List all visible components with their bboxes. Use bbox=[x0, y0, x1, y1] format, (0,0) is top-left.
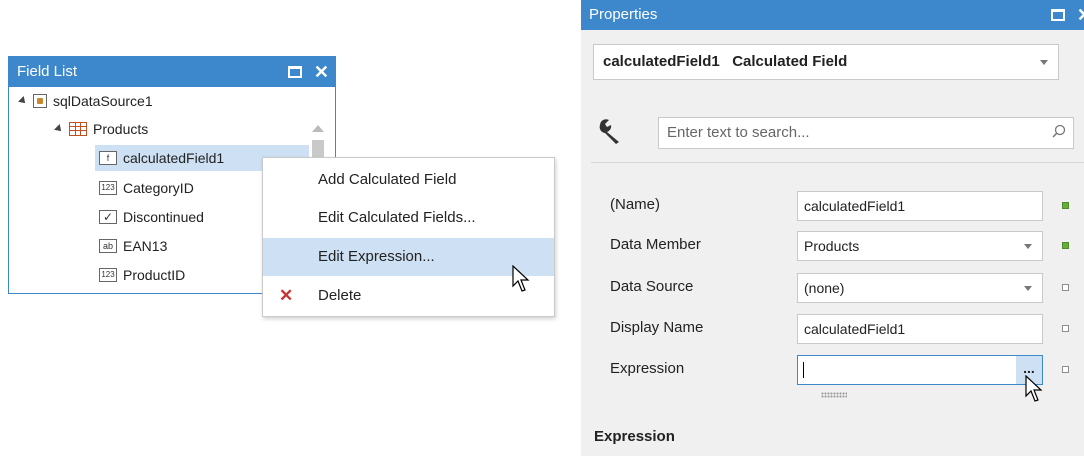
menu-item-add-calculated-field[interactable]: Add Calculated Field bbox=[263, 161, 554, 199]
database-icon bbox=[33, 94, 47, 108]
object-selector[interactable]: calculatedField1 Calculated Field bbox=[593, 44, 1059, 80]
close-icon[interactable]: ✕ bbox=[314, 63, 329, 81]
scroll-up-icon[interactable] bbox=[312, 125, 324, 132]
property-label: Display Name bbox=[610, 319, 704, 336]
property-value-text: calculatedField1 bbox=[804, 321, 906, 337]
property-value-text: (none) bbox=[804, 280, 845, 296]
property-label: Data Source bbox=[610, 278, 694, 295]
menu-item-label: Edit Expression... bbox=[318, 248, 435, 265]
properties-title-bar: Properties ✕ bbox=[581, 0, 1084, 30]
property-row-expression: Expression ... bbox=[581, 350, 1084, 390]
tree-item-productid[interactable]: 123 ProductID bbox=[99, 262, 185, 288]
mouse-pointer-icon bbox=[512, 265, 530, 292]
string-field-icon: ab bbox=[99, 239, 117, 253]
property-value-name[interactable]: calculatedField1 bbox=[797, 191, 1043, 221]
expander-icon[interactable] bbox=[18, 96, 28, 106]
expander-icon[interactable] bbox=[54, 124, 64, 134]
tree-item-label: Products bbox=[93, 121, 149, 137]
menu-item-edit-calculated-fields[interactable]: Edit Calculated Fields... bbox=[263, 199, 554, 237]
tree-item-label: EAN13 bbox=[123, 238, 168, 254]
chevron-down-icon bbox=[1040, 60, 1048, 65]
tree-item-ean13[interactable]: ab EAN13 bbox=[99, 233, 167, 259]
property-value-data-member[interactable]: Products bbox=[797, 231, 1043, 261]
tree-item-label: CategoryID bbox=[123, 180, 194, 196]
menu-item-edit-expression[interactable]: Edit Expression... bbox=[263, 238, 554, 276]
table-icon bbox=[69, 122, 87, 136]
property-value-expression[interactable]: ... bbox=[797, 355, 1043, 385]
delete-icon: ✕ bbox=[279, 286, 294, 305]
chevron-down-icon[interactable] bbox=[1024, 286, 1032, 291]
property-value-text: calculatedField1 bbox=[804, 198, 906, 214]
property-label: Expression bbox=[610, 360, 685, 377]
property-value-data-source[interactable]: (none) bbox=[797, 273, 1043, 303]
property-label: (Name) bbox=[610, 196, 661, 213]
calculated-field-icon: f bbox=[99, 151, 117, 165]
tree-item-label: sqlDataSource1 bbox=[53, 93, 153, 109]
menu-item-label: Delete bbox=[318, 287, 362, 304]
property-set-marker bbox=[1062, 242, 1069, 249]
tree-item-datasource[interactable]: sqlDataSource1 bbox=[18, 88, 153, 114]
tab-divider bbox=[591, 162, 1084, 163]
splitter-grip-icon[interactable] bbox=[821, 392, 847, 398]
properties-title: Properties bbox=[589, 6, 658, 23]
wrench-icon bbox=[599, 119, 619, 144]
maximize-icon[interactable] bbox=[1050, 9, 1065, 21]
tree-item-label: ProductID bbox=[123, 267, 186, 283]
search-placeholder: Enter text to search... bbox=[667, 124, 810, 141]
property-default-marker bbox=[1062, 284, 1069, 291]
property-default-marker bbox=[1062, 325, 1069, 332]
properties-tab[interactable] bbox=[591, 110, 643, 162]
text-caret bbox=[803, 362, 804, 378]
property-row-display-name: Display Name calculatedField1 bbox=[581, 309, 1084, 349]
property-search-input[interactable]: Enter text to search... bbox=[658, 117, 1074, 149]
tree-item-label: calculatedField1 bbox=[123, 150, 225, 166]
number-field-icon: 123 bbox=[99, 268, 117, 282]
field-list-title-bar: Field List ✕ bbox=[9, 57, 335, 87]
property-set-marker bbox=[1062, 202, 1069, 209]
maximize-icon[interactable] bbox=[287, 66, 302, 78]
property-value-text: Products bbox=[804, 238, 860, 254]
property-row-data-source: Data Source (none) bbox=[581, 268, 1084, 308]
boolean-field-icon: ✓ bbox=[99, 210, 117, 224]
menu-item-label: Add Calculated Field bbox=[318, 171, 457, 188]
property-default-marker bbox=[1062, 366, 1069, 373]
property-label: Data Member bbox=[610, 236, 701, 253]
search-icon bbox=[1052, 124, 1066, 138]
selected-object-label: calculatedField1 Calculated Field bbox=[603, 53, 848, 70]
property-value-display-name[interactable]: calculatedField1 bbox=[797, 314, 1043, 344]
menu-item-label: Edit Calculated Fields... bbox=[318, 209, 476, 226]
number-field-icon: 123 bbox=[99, 181, 117, 195]
tree-item-products[interactable]: Products bbox=[54, 116, 149, 142]
context-menu: Add Calculated Field Edit Calculated Fie… bbox=[262, 157, 555, 317]
field-list-title: Field List bbox=[17, 63, 78, 80]
description-title: Expression bbox=[594, 428, 675, 445]
menu-item-delete[interactable]: ✕ Delete bbox=[263, 277, 554, 315]
tree-item-categoryid[interactable]: 123 CategoryID bbox=[99, 175, 194, 201]
close-icon[interactable]: ✕ bbox=[1077, 6, 1084, 24]
mouse-pointer-icon bbox=[1025, 375, 1043, 402]
property-row-name: (Name) calculatedField1 bbox=[581, 186, 1084, 226]
properties-panel: Properties ✕ calculatedField1 Calculated… bbox=[581, 0, 1084, 456]
property-row-data-member: Data Member Products bbox=[581, 226, 1084, 266]
tree-item-label: Discontinued bbox=[123, 209, 204, 225]
tree-item-discontinued[interactable]: ✓ Discontinued bbox=[99, 204, 204, 230]
chevron-down-icon[interactable] bbox=[1024, 244, 1032, 249]
